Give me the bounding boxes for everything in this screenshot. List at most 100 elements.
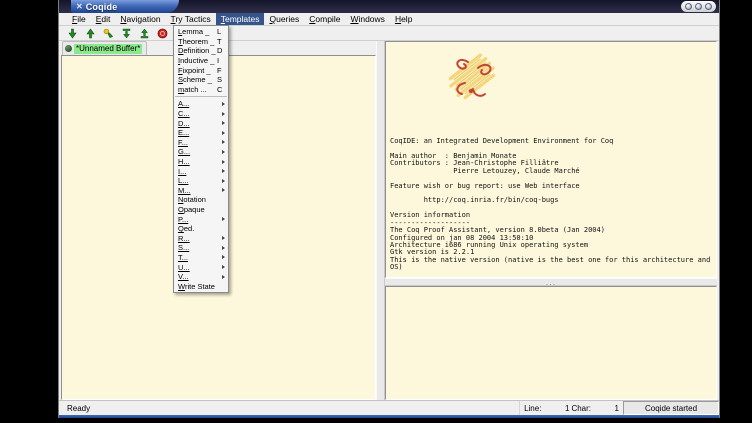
menu-item-label: M... (178, 186, 213, 195)
menu-item-accelerator: D (217, 46, 225, 55)
templates-menu-item[interactable]: S... (174, 243, 228, 253)
buffer-tab[interactable]: *Unnamed Buffer* (62, 41, 147, 55)
menu-item-accelerator: C (217, 85, 225, 94)
menu-item-label: Scheme _ (178, 75, 217, 84)
coqtop-status-box: Coqide started (623, 401, 719, 415)
submenu-arrow-icon (222, 217, 225, 221)
templates-menu-item[interactable]: F... (174, 138, 228, 148)
about-text-line: http://coq.inria.fr/bin/coq-bugs (390, 197, 716, 204)
menu-separator (175, 96, 227, 97)
templates-menu-item[interactable]: Qed. (174, 224, 228, 234)
menu-bar-item[interactable]: Windows (345, 13, 390, 25)
menu-item-label: D... (178, 119, 213, 128)
status-message: Ready (59, 404, 90, 413)
templates-menu-item[interactable]: R... (174, 233, 228, 243)
submenu-arrow-icon (222, 160, 225, 164)
templates-menu-item[interactable]: Opaque (174, 205, 228, 215)
templates-menu-item[interactable]: C... (174, 109, 228, 119)
step-forward-icon[interactable] (67, 28, 78, 39)
templates-menu-item[interactable]: Definition _ D (174, 46, 228, 56)
window-icon: ✕ (76, 3, 83, 11)
status-right-group: Line: 1 Char: 1 Coqide started (519, 401, 719, 415)
templates-menu-item[interactable]: A... (174, 99, 228, 109)
window-bottom-border (59, 415, 719, 418)
templates-menu-item[interactable]: P... (174, 214, 228, 224)
submenu-arrow-icon (222, 150, 225, 154)
menu-item-label: A... (178, 99, 213, 108)
goal-pane[interactable]: CoqIDE: an Integrated Development Enviro… (385, 41, 717, 278)
templates-menu-item[interactable]: E... (174, 128, 228, 138)
menu-bar-item[interactable]: Try Tactics (166, 13, 216, 25)
menu-bar-item-label: Help (395, 14, 412, 24)
templates-menu-item[interactable]: Fixpoint _ F (174, 65, 228, 75)
horizontal-splitter[interactable]: ... (385, 278, 717, 286)
menu-bar-item-label: Try Tactics (171, 14, 211, 24)
templates-menu-item[interactable]: Scheme _ S (174, 75, 228, 85)
menu-item-label: U... (178, 263, 213, 272)
step-backward-icon[interactable] (85, 28, 96, 39)
templates-menu-item[interactable]: T... (174, 253, 228, 263)
menu-bar-item[interactable]: Navigation (115, 13, 165, 25)
templates-menu-item[interactable]: M... (174, 186, 228, 196)
menu-bar-item[interactable]: Compile (304, 13, 345, 25)
templates-menu-item[interactable]: I... (174, 166, 228, 176)
restart-icon[interactable] (139, 28, 150, 39)
menu-bar-item[interactable]: File (67, 13, 91, 25)
menu-item-label: T... (178, 253, 213, 262)
vertical-splitter[interactable] (376, 41, 385, 400)
menu-bar-item[interactable]: Edit (91, 13, 116, 25)
menu-bar-item[interactable]: Help (390, 13, 417, 25)
char-label: Char: (571, 404, 591, 413)
interrupt-icon[interactable] (157, 28, 168, 39)
templates-menu-item[interactable]: U... (174, 262, 228, 272)
go-to-end-icon[interactable] (121, 28, 132, 39)
submenu-arrow-icon (222, 275, 225, 279)
templates-menu-item[interactable]: G... (174, 147, 228, 157)
menu-bar-item[interactable]: Queries (264, 13, 304, 25)
templates-menu-item[interactable]: D... (174, 118, 228, 128)
menu-item-accelerator: S (217, 75, 225, 84)
about-text-line: Feature wish or bug report: use Web inte… (390, 183, 716, 190)
menu-item-accelerator: L (217, 27, 225, 36)
go-to-cursor-icon[interactable] (103, 28, 114, 39)
title-bar[interactable]: ✕ Coqide (59, 0, 719, 13)
title-tab[interactable]: ✕ Coqide (71, 0, 179, 13)
templates-dropdown-menu: Lemma _ L Theorem _ T Definition _ D Ind… (173, 25, 229, 293)
templates-menu-item[interactable]: Notation (174, 195, 228, 205)
menu-item-label: F... (178, 138, 213, 147)
templates-menu-item[interactable]: L... (174, 176, 228, 186)
minimize-button[interactable] (685, 3, 692, 10)
main-area: *Unnamed Buffer* (59, 41, 719, 400)
splitter-handle-icon: ... (546, 280, 557, 284)
about-text-line: OS) (390, 264, 716, 271)
templates-menu-item[interactable]: Write State (174, 281, 228, 291)
menu-item-label: I... (178, 167, 213, 176)
templates-menu-item[interactable]: V... (174, 272, 228, 282)
menu-bar-item[interactable]: Templates (216, 13, 265, 25)
templates-menu-item[interactable]: Theorem _ T (174, 37, 228, 47)
close-button[interactable] (705, 3, 712, 10)
menu-item-label: Opaque (178, 205, 217, 214)
menu-item-label: Fixpoint _ (178, 66, 217, 75)
proof-column: CoqIDE: an Integrated Development Enviro… (385, 41, 717, 400)
line-value: 1 (543, 404, 569, 413)
menu-item-accelerator: F (217, 66, 225, 75)
menu-item-label: S... (178, 243, 213, 252)
menu-item-label: H... (178, 157, 213, 166)
menu-item-label: G... (178, 147, 213, 156)
about-text-line: This is the native version (native is th… (390, 257, 716, 264)
buffer-tab-label: *Unnamed Buffer* (74, 44, 142, 54)
templates-menu-item[interactable]: Lemma _ L (174, 27, 228, 37)
maximize-button[interactable] (695, 3, 702, 10)
menu-item-accelerator: I (217, 56, 225, 65)
message-pane[interactable] (385, 286, 717, 400)
templates-menu-item[interactable]: H... (174, 157, 228, 167)
menu-item-accelerator: T (217, 37, 225, 46)
menu-bar-item-label: File (72, 14, 86, 24)
templates-menu-item[interactable]: match ... C (174, 85, 228, 95)
menu-item-label: E... (178, 128, 213, 137)
templates-menu-item[interactable]: Inductive _ I (174, 56, 228, 66)
menu-bar-item-label: Edit (96, 14, 111, 24)
menu-item-label: match ... (178, 85, 217, 94)
menu-bar-item-label: Compile (309, 14, 340, 24)
